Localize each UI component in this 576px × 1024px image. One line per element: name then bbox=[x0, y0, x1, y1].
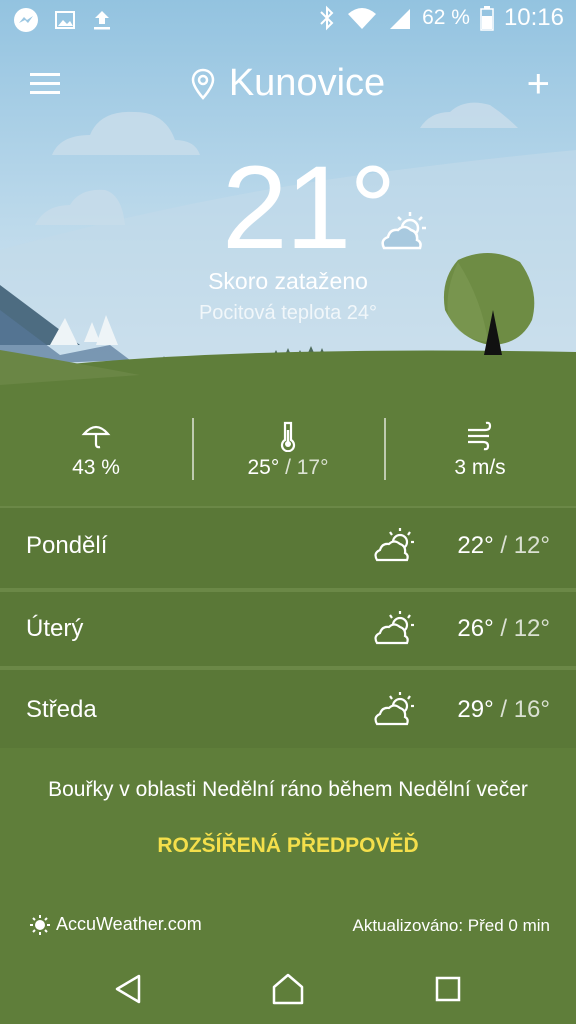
accuweather-logo[interactable]: AccuWeather.com bbox=[30, 914, 202, 935]
recents-icon bbox=[435, 976, 461, 1002]
forecast-low: / 16° bbox=[493, 696, 550, 723]
gallery-icon bbox=[55, 11, 75, 29]
umbrella-icon bbox=[81, 425, 111, 449]
back-button[interactable] bbox=[98, 966, 158, 1012]
forecast-day: Úterý bbox=[26, 615, 84, 642]
wifi-icon bbox=[348, 8, 377, 29]
wind-stat: 3 m/s bbox=[384, 420, 576, 480]
wind-icon bbox=[468, 421, 492, 451]
status-bar: 62 % 10:16 bbox=[0, 0, 576, 40]
location-pin-icon bbox=[191, 68, 215, 100]
current-temperature: 21° bbox=[222, 142, 396, 274]
forecast-high: 22° bbox=[457, 532, 494, 559]
recents-button[interactable] bbox=[418, 966, 478, 1012]
partly-cloudy-icon bbox=[374, 528, 414, 562]
add-icon: + bbox=[526, 62, 550, 106]
forecast-row[interactable]: Pondělí 22° / 12° bbox=[0, 506, 576, 586]
partly-cloudy-icon bbox=[374, 611, 414, 645]
sun-logo-icon bbox=[30, 914, 50, 935]
current-condition: Skoro zataženo bbox=[208, 268, 368, 294]
thermometer-icon bbox=[280, 421, 296, 453]
feels-like: Pocitová teplota 24° bbox=[198, 302, 378, 324]
temperature-range-stat: 25° / 17° bbox=[192, 420, 384, 480]
home-button[interactable] bbox=[258, 966, 318, 1012]
precipitation-value: 43 % bbox=[72, 456, 120, 479]
forecast-low: / 12° bbox=[493, 532, 550, 559]
upload-icon bbox=[94, 11, 110, 30]
forecast-row[interactable]: Středa 29° / 16° bbox=[0, 670, 576, 750]
last-updated: Aktualizováno: Před 0 min bbox=[352, 916, 551, 935]
partly-cloudy-icon bbox=[374, 692, 414, 726]
battery-icon bbox=[480, 6, 494, 31]
temp-high: 25° bbox=[247, 456, 280, 479]
messenger-icon bbox=[14, 8, 38, 32]
home-icon bbox=[272, 973, 304, 1005]
add-location-button[interactable]: + bbox=[527, 62, 550, 107]
wind-value: 3 m/s bbox=[454, 456, 506, 479]
forecast-day: Středa bbox=[26, 696, 97, 723]
precipitation-stat: 43 % bbox=[0, 420, 192, 480]
clock: 10:16 bbox=[503, 4, 564, 31]
location-title[interactable]: Kunovice bbox=[0, 62, 576, 105]
location-name: Kunovice bbox=[228, 62, 386, 104]
battery-percent: 62 % bbox=[422, 6, 470, 29]
forecast-high: 26° bbox=[457, 615, 494, 642]
forecast-high: 29° bbox=[457, 696, 494, 723]
forecast-low: / 12° bbox=[493, 615, 550, 642]
back-icon bbox=[115, 974, 141, 1004]
brand-text: AccuWeather.com bbox=[56, 914, 202, 934]
weather-alert: Bouřky v oblasti Nedělní ráno během Nedě… bbox=[48, 778, 528, 801]
forecast-row[interactable]: Úterý 26° / 12° bbox=[0, 589, 576, 669]
partly-cloudy-icon bbox=[381, 212, 426, 250]
temp-low: / 17° bbox=[279, 456, 329, 479]
forecast-day: Pondělí bbox=[26, 532, 108, 559]
extended-forecast-link[interactable]: ROZŠÍŘENÁ PŘEDPOVĚĎ bbox=[0, 834, 576, 858]
bluetooth-icon bbox=[320, 5, 334, 31]
signal-icon bbox=[390, 9, 411, 29]
